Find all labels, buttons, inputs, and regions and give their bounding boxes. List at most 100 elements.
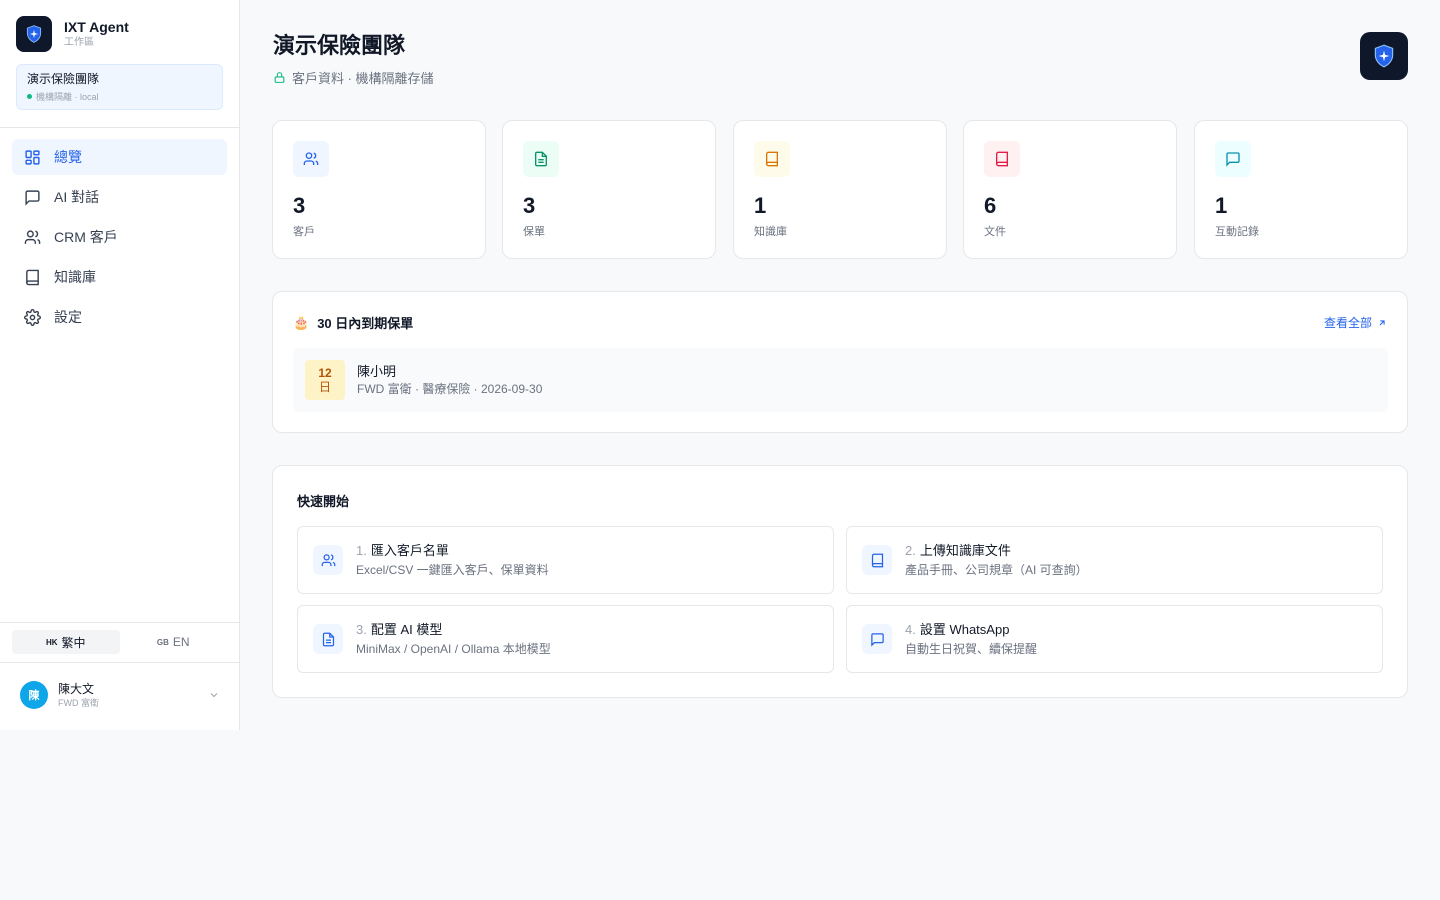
step-number: 2. — [905, 542, 916, 558]
step-number: 3. — [356, 621, 367, 637]
user-menu[interactable]: 陳 陳大文 FWD 富衛 — [20, 681, 220, 709]
policy-holder-name: 陳小明 — [357, 363, 397, 379]
gear-icon — [24, 308, 41, 326]
chat-icon — [862, 624, 892, 654]
users-icon — [293, 141, 329, 177]
days-unit: 日 — [318, 380, 331, 394]
step-title: 匯入客戶名單 — [370, 542, 449, 558]
days-number: 12 — [318, 366, 332, 380]
sidebar-item-settings[interactable]: 設定 — [12, 299, 227, 335]
brand: IXT Agent 工作區 — [16, 16, 129, 52]
expiring-title-text: 30 日內到期保單 — [317, 316, 414, 331]
quickstart-import-clients[interactable]: 1. 匯入客戶名單 Excel/CSV 一鍵匯入客戶、保單資料 — [297, 526, 834, 594]
step-title: 設置 WhatsApp — [919, 621, 1010, 637]
stat-label: 客戶 — [293, 226, 315, 238]
stat-card-documents[interactable]: 6 文件 — [963, 120, 1177, 259]
users-icon — [313, 545, 343, 575]
stat-card-clients[interactable]: 3 客戶 — [272, 120, 486, 259]
sidebar-item-label: 總覽 — [54, 149, 82, 165]
book-icon — [862, 545, 892, 575]
expiring-policies-panel: 🎂 30 日內到期保單 查看全部 12 日 陳小明 FWD 富衛 · 醫療保險 … — [272, 291, 1408, 433]
shield-logo-icon — [1360, 32, 1408, 80]
sidebar-divider — [0, 622, 239, 623]
view-all-link[interactable]: 查看全部 — [1324, 314, 1387, 331]
stat-card-interactions[interactable]: 1 互動記錄 — [1194, 120, 1408, 259]
step-desc: 自動生日祝賀、續保提醒 — [905, 641, 1038, 656]
step-number: 1. — [356, 542, 367, 558]
quickstart-configure-ai[interactable]: 3. 配置 AI 模型 MiniMax / OpenAI / Ollama 本地模… — [297, 605, 834, 673]
shield-logo-icon — [16, 16, 52, 52]
sidebar-item-label: AI 對話 — [54, 189, 100, 205]
lang-en-label: EN — [172, 635, 190, 649]
stat-card-knowledge[interactable]: 1 知識庫 — [733, 120, 947, 259]
team-meta: 機構隔離 · local — [36, 92, 99, 102]
user-name: 陳大文 — [58, 681, 95, 696]
days-left-badge: 12 日 — [305, 360, 345, 400]
stat-value: 3 — [523, 193, 536, 218]
quickstart-title: 快速開始 — [297, 494, 350, 509]
chevron-down-icon — [210, 693, 218, 698]
stat-label: 保單 — [523, 226, 545, 238]
sidebar-item-label: 設定 — [54, 309, 82, 325]
page-subtitle: 客戶資料 · 機構隔離存儲 — [273, 68, 434, 87]
grid-icon — [25, 149, 40, 165]
app-title: IXT Agent — [64, 19, 129, 35]
book-icon — [26, 269, 39, 285]
page-title: 演示保險團隊 — [273, 33, 406, 58]
lock-icon — [274, 72, 285, 83]
users-icon — [24, 229, 41, 244]
lang-en-button[interactable]: GB EN — [120, 630, 228, 654]
team-name: 演示保險團隊 — [27, 72, 100, 86]
step-title: 上傳知識庫文件 — [919, 542, 1011, 558]
hk-flag-icon: HK — [45, 637, 58, 647]
policy-row[interactable]: 12 日 陳小明 FWD 富衛 · 醫療保險 · 2026-09-30 — [293, 348, 1388, 412]
sidebar-item-ai-chat[interactable]: AI 對話 — [12, 179, 227, 215]
quickstart-panel: 快速開始 1. 匯入客戶名單 Excel/CSV 一鍵匯入客戶、保單資料 2. 上傳… — [272, 465, 1408, 698]
lang-zh-label: 繁中 — [61, 635, 86, 650]
quickstart-setup-whatsapp[interactable]: 4. 設置 WhatsApp 自動生日祝賀、續保提醒 — [846, 605, 1383, 673]
cake-icon: 🎂 — [293, 314, 310, 330]
step-desc: MiniMax / OpenAI / Ollama 本地模型 — [356, 641, 551, 656]
stat-value: 1 — [754, 193, 767, 218]
step-desc: Excel/CSV 一鍵匯入客戶、保單資料 — [356, 562, 549, 577]
stat-label: 互動記錄 — [1215, 226, 1259, 238]
sidebar-divider — [0, 662, 239, 663]
user-org: FWD 富衛 — [58, 697, 99, 708]
stat-value: 1 — [1215, 193, 1228, 218]
chat-icon — [25, 189, 40, 206]
stat-label: 知識庫 — [754, 226, 787, 238]
book-icon — [754, 141, 790, 177]
avatar: 陳 — [20, 681, 48, 709]
sidebar-item-knowledge[interactable]: 知識庫 — [12, 259, 227, 295]
step-desc: 產品手冊、公司規章（AI 可查詢） — [905, 562, 1088, 577]
status-dot-icon — [27, 94, 32, 99]
sidebar-item-overview[interactable]: 總覽 — [12, 139, 227, 175]
lang-zh-button[interactable]: HK 繁中 — [12, 630, 120, 654]
team-selector[interactable]: 演示保險團隊 機構隔離 · local — [16, 64, 223, 110]
stat-card-policies[interactable]: 3 保單 — [502, 120, 716, 259]
document-icon — [313, 624, 343, 654]
language-switcher: HK 繁中 GB EN — [12, 630, 227, 654]
stat-label: 文件 — [984, 226, 1006, 238]
quickstart-upload-knowledge[interactable]: 2. 上傳知識庫文件 產品手冊、公司規章（AI 可查詢） — [846, 526, 1383, 594]
page-subtitle-text: 客戶資料 · 機構隔離存儲 — [292, 71, 434, 86]
chat-icon — [1215, 141, 1251, 177]
app-subtitle: 工作區 — [64, 37, 94, 48]
expiring-policies-title: 🎂 30 日內到期保單 — [293, 313, 413, 332]
sidebar: IXT Agent 工作區 演示保險團隊 機構隔離 · local 總覽 AI … — [0, 0, 240, 730]
arrow-up-right-icon — [1379, 319, 1385, 325]
sidebar-item-label: CRM 客戶 — [54, 229, 118, 245]
view-all-label: 查看全部 — [1323, 316, 1372, 330]
stat-value: 6 — [984, 193, 997, 218]
policy-meta: FWD 富衛 · 醫療保險 · 2026-09-30 — [357, 381, 543, 396]
sidebar-nav: 總覽 AI 對話 CRM 客戶 知識庫 設定 — [12, 139, 227, 339]
book-icon — [984, 141, 1020, 177]
stat-value: 3 — [293, 193, 306, 218]
sidebar-item-label: 知識庫 — [54, 269, 96, 285]
sidebar-divider — [0, 127, 239, 128]
document-icon — [523, 141, 559, 177]
step-title: 配置 AI 模型 — [370, 621, 443, 637]
gb-flag-icon: GB — [156, 637, 169, 647]
step-number: 4. — [905, 621, 916, 637]
sidebar-item-crm[interactable]: CRM 客戶 — [12, 219, 227, 255]
